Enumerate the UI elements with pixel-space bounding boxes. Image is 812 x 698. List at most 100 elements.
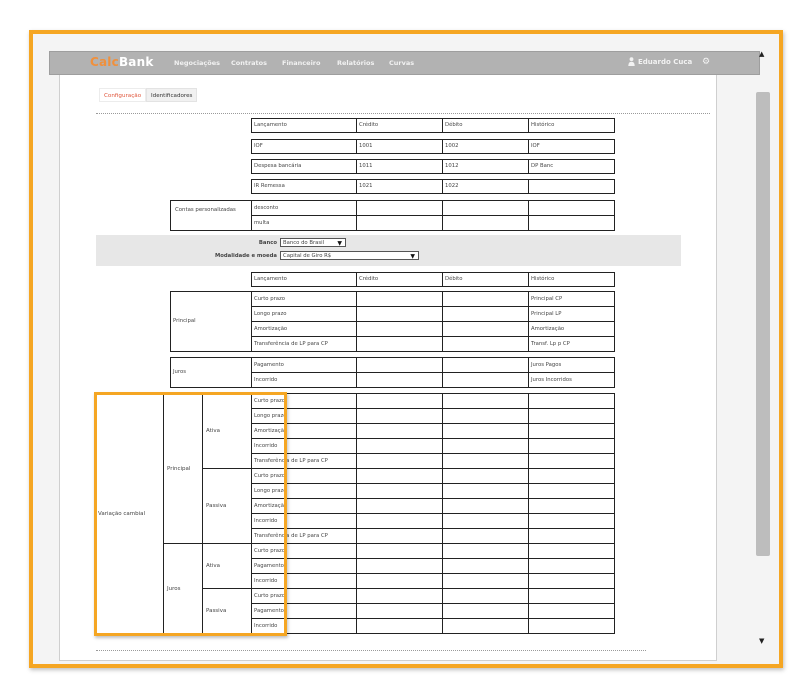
juros-passiva-row-debito-cell[interactable] (442, 603, 529, 619)
tab-identificadores[interactable]: Identificadores (146, 88, 198, 102)
menu-item-contratos[interactable]: Contratos (231, 59, 267, 67)
arrow-down-icon[interactable]: ▼ (759, 637, 764, 645)
table1-row-debito-cell[interactable]: 1002 (442, 139, 529, 154)
principal-row-debito-cell[interactable] (442, 336, 529, 352)
header-credito-cell[interactable]: Crédito (356, 118, 443, 133)
principal-passiva-row-historico-cell[interactable] (528, 483, 615, 499)
table1-row-historico-cell[interactable]: IOF (528, 139, 615, 154)
juros-row-debito-cell[interactable] (442, 357, 529, 373)
contas-row-debito-cell[interactable] (442, 215, 529, 231)
principal-passiva-row-credito-cell[interactable] (356, 528, 443, 544)
juros-passiva-row-historico-cell[interactable] (528, 603, 615, 619)
juros-row-historico-cell[interactable]: Juros Pagos (528, 357, 615, 373)
table1-row-credito-cell[interactable]: 1021 (356, 179, 443, 194)
juros-row-credito-cell[interactable] (356, 372, 443, 388)
contas-row-historico-cell[interactable] (528, 200, 615, 216)
principal-row-historico-cell[interactable]: Principal CP (528, 291, 615, 307)
table1-row-credito-cell[interactable]: 1011 (356, 159, 443, 174)
juros-ativa-row-credito-cell[interactable] (356, 558, 443, 574)
table1-row-debito-cell[interactable]: 1022 (442, 179, 529, 194)
principal-ativa-row-debito-cell[interactable] (442, 408, 529, 424)
principal-passiva-row-historico-cell[interactable] (528, 513, 615, 529)
principal-passiva-row-debito-cell[interactable] (442, 483, 529, 499)
table1-row-credito-cell[interactable]: 1001 (356, 139, 443, 154)
principal-ativa-row-credito-cell[interactable] (356, 453, 443, 469)
juros-ativa-row-debito-cell[interactable] (442, 558, 529, 574)
contas-row-credito-cell[interactable] (356, 200, 443, 216)
table1-row-debito-cell[interactable]: 1012 (442, 159, 529, 174)
juros-passiva-row-credito-cell[interactable] (356, 618, 443, 634)
principal-passiva-row-historico-cell[interactable] (528, 498, 615, 514)
juros-row-debito-cell[interactable] (442, 372, 529, 388)
principal-row-debito-cell[interactable] (442, 306, 529, 322)
juros-ativa-row-historico-cell[interactable] (528, 573, 615, 589)
principal-passiva-row-credito-cell[interactable] (356, 498, 443, 514)
principal-ativa-row-credito-cell[interactable] (356, 408, 443, 424)
principal-ativa-row-debito-cell[interactable] (442, 423, 529, 439)
principal-ativa-row-historico-cell[interactable] (528, 453, 615, 469)
table1-row-historico-cell[interactable]: DP Banc (528, 159, 615, 174)
juros-ativa-row-credito-cell[interactable] (356, 543, 443, 559)
gear-icon[interactable]: ⚙ (702, 57, 710, 67)
principal-row-credito-cell[interactable] (356, 306, 443, 322)
principal-ativa-row-debito-cell[interactable] (442, 393, 529, 409)
principal-passiva-row-debito-cell[interactable] (442, 498, 529, 514)
header2-historico-cell[interactable]: Histórico (528, 272, 615, 287)
arrow-up-icon[interactable]: ▲ (759, 50, 764, 58)
principal-row-credito-cell[interactable] (356, 336, 443, 352)
tab-configuracao[interactable]: Configuração (99, 88, 147, 102)
banco-select[interactable]: Banco do Brasil ▼ (280, 238, 346, 247)
juros-passiva-row-credito-cell[interactable] (356, 588, 443, 604)
user-name[interactable]: Eduardo Cuca (638, 58, 692, 66)
header-historico-cell[interactable]: Histórico (528, 118, 615, 133)
principal-ativa-row-historico-cell[interactable] (528, 393, 615, 409)
principal-ativa-row-historico-cell[interactable] (528, 438, 615, 454)
principal-row-historico-cell[interactable]: Principal LP (528, 306, 615, 322)
juros-row-historico-cell[interactable]: Juros Incorridos (528, 372, 615, 388)
menu-item-curvas[interactable]: Curvas (389, 59, 414, 67)
juros-row-credito-cell[interactable] (356, 357, 443, 373)
juros-ativa-row-debito-cell[interactable] (442, 573, 529, 589)
principal-ativa-row-historico-cell[interactable] (528, 408, 615, 424)
header-debito-cell[interactable]: Débito (442, 118, 529, 133)
principal-row-debito-cell[interactable] (442, 321, 529, 337)
principal-ativa-row-credito-cell[interactable] (356, 393, 443, 409)
principal-passiva-row-historico-cell[interactable] (528, 528, 615, 544)
juros-ativa-row-historico-cell[interactable] (528, 558, 615, 574)
principal-ativa-row-debito-cell[interactable] (442, 453, 529, 469)
principal-row-historico-cell[interactable]: Transf. Lp p CP (528, 336, 615, 352)
principal-passiva-row-credito-cell[interactable] (356, 468, 443, 484)
juros-ativa-row-debito-cell[interactable] (442, 543, 529, 559)
principal-row-credito-cell[interactable] (356, 291, 443, 307)
principal-passiva-row-credito-cell[interactable] (356, 483, 443, 499)
principal-passiva-row-debito-cell[interactable] (442, 528, 529, 544)
principal-ativa-row-historico-cell[interactable] (528, 423, 615, 439)
principal-row-debito-cell[interactable] (442, 291, 529, 307)
principal-ativa-row-credito-cell[interactable] (356, 423, 443, 439)
table1-row-historico-cell[interactable] (528, 179, 615, 194)
menu-item-financeiro[interactable]: Financeiro (282, 59, 320, 67)
contas-row-debito-cell[interactable] (442, 200, 529, 216)
brand-logo[interactable]: CalcBank (90, 55, 154, 69)
principal-passiva-row-credito-cell[interactable] (356, 513, 443, 529)
header2-credito-cell[interactable]: Crédito (356, 272, 443, 287)
principal-passiva-row-debito-cell[interactable] (442, 468, 529, 484)
juros-passiva-row-debito-cell[interactable] (442, 588, 529, 604)
juros-ativa-row-historico-cell[interactable] (528, 543, 615, 559)
principal-passiva-row-debito-cell[interactable] (442, 513, 529, 529)
juros-passiva-row-historico-cell[interactable] (528, 618, 615, 634)
principal-ativa-row-credito-cell[interactable] (356, 438, 443, 454)
contas-row-credito-cell[interactable] (356, 215, 443, 231)
principal-row-credito-cell[interactable] (356, 321, 443, 337)
principal-row-historico-cell[interactable]: Amortização (528, 321, 615, 337)
juros-passiva-row-historico-cell[interactable] (528, 588, 615, 604)
menu-item-negociacoes[interactable]: Negociações (174, 59, 220, 67)
scrollbar-thumb[interactable] (756, 92, 770, 556)
modalidade-select[interactable]: Capital de Giro R$ ▼ (280, 251, 419, 260)
juros-passiva-row-credito-cell[interactable] (356, 603, 443, 619)
juros-ativa-row-credito-cell[interactable] (356, 573, 443, 589)
principal-ativa-row-debito-cell[interactable] (442, 438, 529, 454)
principal-passiva-row-historico-cell[interactable] (528, 468, 615, 484)
contas-row-historico-cell[interactable] (528, 215, 615, 231)
menu-item-relatorios[interactable]: Relatórios (337, 59, 374, 67)
